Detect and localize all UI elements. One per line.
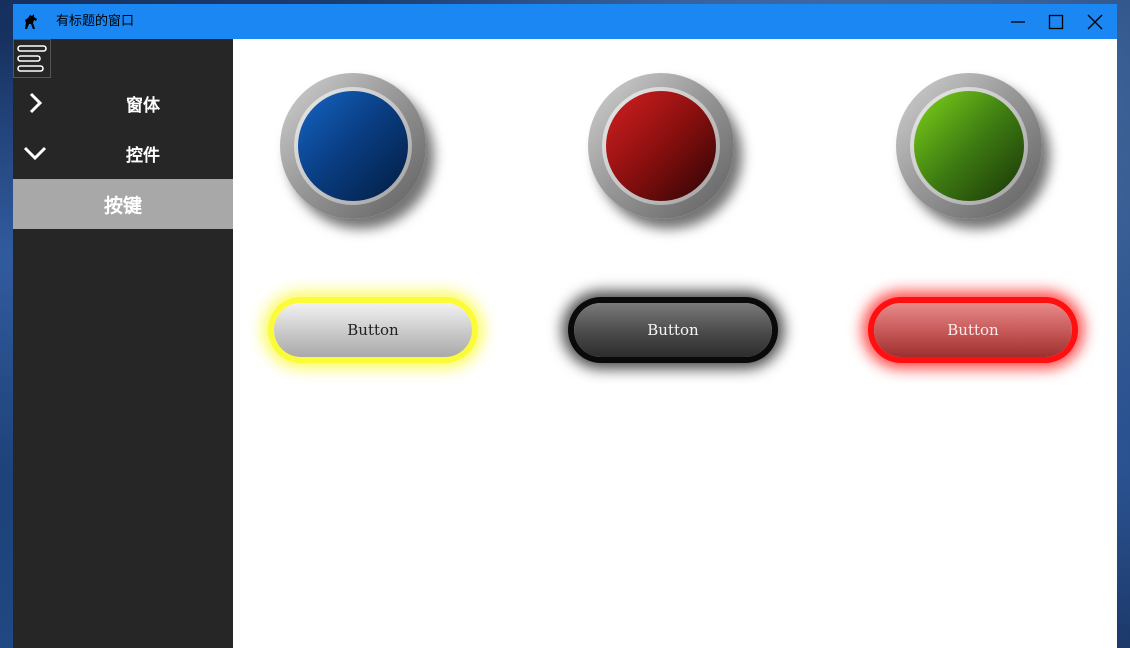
main-window: 有标题的窗口 窗体 控件 按键 Button Button Button bbox=[13, 4, 1117, 648]
sidebar-item-label: 控件 bbox=[126, 145, 160, 166]
sidebar-item-controls[interactable]: 控件 bbox=[13, 128, 233, 178]
sidebar-item-buttons[interactable]: 按键 bbox=[13, 179, 233, 229]
round-button-blue[interactable] bbox=[280, 73, 426, 219]
glow-button-black[interactable]: Button bbox=[574, 303, 772, 357]
close-button[interactable] bbox=[1076, 4, 1114, 39]
content-area: Button Button Button bbox=[233, 39, 1117, 648]
title-bar[interactable]: 有标题的窗口 bbox=[13, 4, 1117, 39]
close-icon bbox=[1087, 14, 1103, 29]
minimize-icon bbox=[1011, 20, 1025, 23]
horse-icon bbox=[21, 11, 41, 31]
round-button-face bbox=[914, 91, 1024, 201]
chevron-down-icon bbox=[23, 146, 47, 161]
sidebar-item-label: 按键 bbox=[103, 194, 142, 217]
glow-button-red[interactable]: Button bbox=[874, 303, 1072, 357]
glow-button-yellow[interactable]: Button bbox=[274, 303, 472, 357]
sidebar-item-label: 窗体 bbox=[126, 95, 160, 116]
hamburger-menu-icon bbox=[17, 44, 47, 72]
sidebar-item-forms[interactable]: 窗体 bbox=[13, 78, 233, 128]
round-button-face bbox=[606, 91, 716, 201]
maximize-button[interactable] bbox=[1037, 4, 1075, 39]
maximize-icon bbox=[1048, 14, 1064, 29]
round-button-green[interactable] bbox=[896, 73, 1042, 219]
round-button-red[interactable] bbox=[588, 73, 734, 219]
minimize-button[interactable] bbox=[999, 4, 1037, 39]
chevron-right-icon bbox=[29, 92, 43, 114]
round-button-face bbox=[298, 91, 408, 201]
menu-toggle-button[interactable] bbox=[13, 39, 51, 78]
sidebar: 窗体 控件 按键 bbox=[13, 39, 233, 648]
window-title: 有标题的窗口 bbox=[56, 14, 135, 29]
